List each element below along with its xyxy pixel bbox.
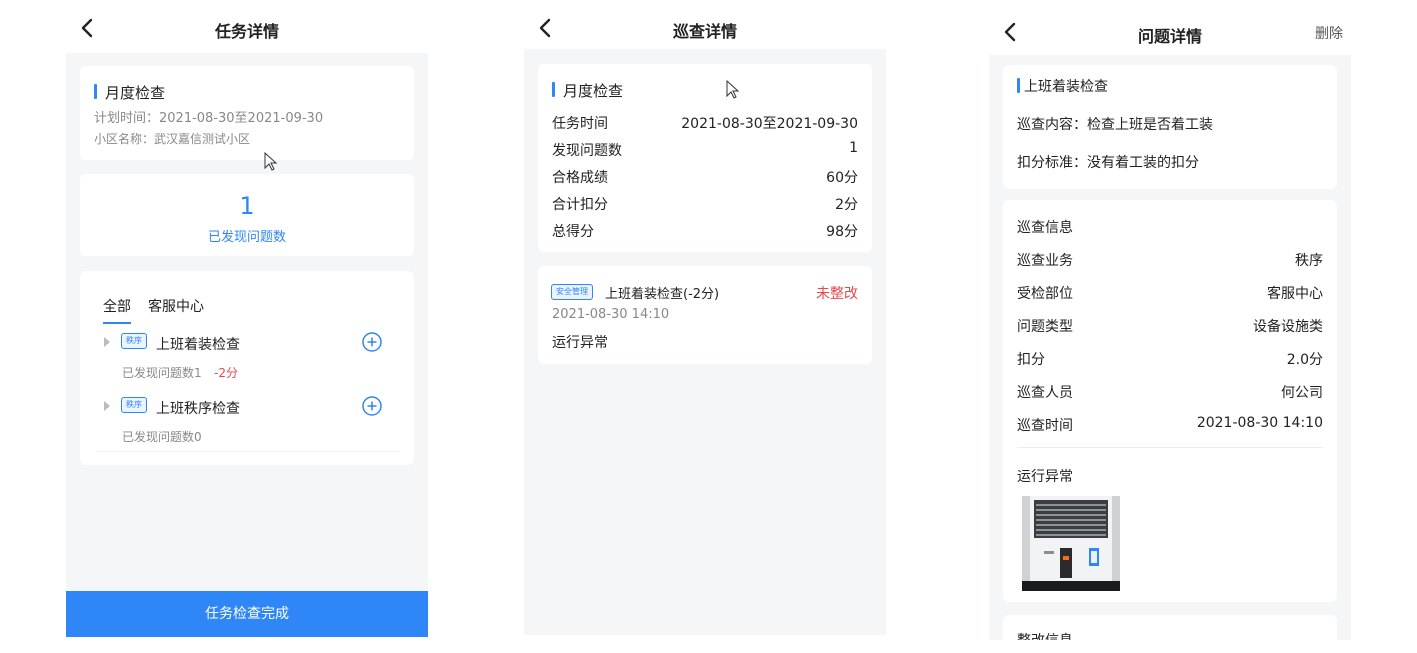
row-label: 任务时间 [552,116,608,132]
row-label: 受检部位 [1017,286,1073,302]
summary-card: 月度检查 任务时间 2021-08-30至2021-09-30 发现问题数 1 … [538,64,872,252]
community-name: 小区名称：武汉嘉信测试小区 [94,132,251,146]
status-badge: 未整改 [816,286,858,302]
plan-card: 月度检查 计划时间：2021-08-30至2021-09-30 小区名称：武汉嘉… [80,66,414,160]
issue-card[interactable]: 安全管理 上班着装检查(-2分) 未整改 2021-08-30 14:10 运行… [538,266,872,364]
info-row: 巡查人员 何公司 [1017,382,1323,402]
info-row: 合格成绩 60分 [552,167,858,187]
found-count-text: 已发现问题数1 [122,366,202,380]
row-label: 巡查时间 [1017,418,1073,434]
check-item-title: 上班着装检查 [156,337,240,353]
row-label: 合格成绩 [552,170,608,186]
row-value: 设备设施类 [1253,319,1323,335]
mouse-cursor-icon [726,80,740,99]
patrol-detail-screen: 巡查详情 月度检查 任务时间 2021-08-30至2021-09-30 发现问… [524,3,886,635]
divider [1017,447,1323,448]
check-item-title: 上班秩序检查 [156,401,240,417]
page-title: 巡查详情 [672,22,737,41]
rectify-card: 整改信息 [1003,615,1337,640]
row-label: 巡查人员 [1017,385,1073,401]
issue-title: 上班着装检查 [1017,76,1108,96]
row-value: 1 [849,140,858,156]
row-value: 何公司 [1281,385,1323,401]
row-value: 秩序 [1295,253,1323,269]
found-count: 1 [239,192,255,220]
row-value: 2021-08-30至2021-09-30 [681,116,858,132]
page-title: 问题详情 [1137,27,1202,46]
row-value: 60分 [826,170,858,186]
row-value: 98分 [826,224,858,240]
deduct-score: -2分 [214,366,238,380]
deduct-standard: 扣分标准：没有着工装的扣分 [1017,155,1199,171]
issue-photo[interactable] [1022,496,1120,591]
info-row: 扣分 2.0分 [1017,349,1323,369]
issue-title: 上班着装检查(-2分) [605,287,720,302]
issue-time: 2021-08-30 14:10 [552,307,670,322]
summary-card: 1 已发现问题数 [80,174,414,256]
task-complete-button[interactable]: 任务检查完成 [66,591,428,637]
delete-button[interactable]: 删除 [1315,23,1343,43]
tab-service-center[interactable]: 客服中心 [148,296,204,316]
tab-indicator [103,322,131,324]
info-row: 问题类型 设备设施类 [1017,316,1323,336]
category-tag: 秩序 [121,333,147,349]
found-count-text: 已发现问题数0 [122,430,202,444]
row-label: 发现问题数 [552,143,622,159]
category-tag: 秩序 [121,397,147,413]
expand-arrow-icon[interactable] [104,401,110,411]
row-label: 合计扣分 [552,197,608,213]
nav-bar: 任务详情 [66,3,428,53]
page-title: 任务详情 [214,22,279,41]
air-conditioner-photo-icon [1022,496,1120,591]
nav-bar: 问题详情 删除 [989,3,1351,55]
issue-description: 运行异常 [1017,469,1073,485]
info-row: 巡查业务 秩序 [1017,250,1323,270]
info-row: 巡查时间 2021-08-30 14:10 [1017,415,1323,435]
plan-title: 月度检查 [94,82,165,103]
divider [96,451,400,452]
row-value: 客服中心 [1267,286,1323,302]
info-row: 受检部位 客服中心 [1017,283,1323,303]
row-value: 2.0分 [1286,352,1323,368]
patrol-title: 月度检查 [552,80,623,101]
row-value: 2021-08-30 14:10 [1196,415,1323,431]
row-label: 问题类型 [1017,319,1073,335]
info-row: 总得分 98分 [552,221,858,241]
nav-bar: 巡查详情 [524,3,886,49]
issue-detail-screen: 问题详情 删除 上班着装检查 巡查内容：检查上班是否着工装 扣分标准：没有着工装… [989,3,1351,640]
patrol-content: 巡查内容：检查上班是否着工装 [1017,117,1213,133]
row-value: 2分 [835,197,858,213]
category-tag: 安全管理 [551,284,593,300]
add-circle-icon[interactable] [362,396,382,416]
section-title: 巡查信息 [1017,220,1073,236]
section-title: 整改信息 [1017,630,1073,640]
info-row: 合计扣分 2分 [552,194,858,214]
row-label: 总得分 [552,224,594,240]
patrol-info-card: 巡查信息 巡查业务 秩序 受检部位 客服中心 问题类型 设备设施类 扣分 2.0… [1003,200,1337,602]
info-row: 发现问题数 1 [552,140,858,160]
check-list-card: 全部 客服中心 秩序 上班着装检查 已发现问题数1 -2分 秩序 上班秩序检查 … [80,271,414,465]
row-label: 巡查业务 [1017,253,1073,269]
tab-all[interactable]: 全部 [103,296,131,316]
expand-arrow-icon[interactable] [104,337,110,347]
mouse-cursor-icon [264,152,278,171]
found-label: 已发现问题数 [207,230,286,245]
plan-time: 计划时间：2021-08-30至2021-09-30 [94,111,324,126]
add-circle-icon[interactable] [362,332,382,352]
issue-header-card: 上班着装检查 巡查内容：检查上班是否着工装 扣分标准：没有着工装的扣分 [1003,65,1337,189]
row-label: 扣分 [1017,352,1045,368]
info-row: 任务时间 2021-08-30至2021-09-30 [552,113,858,133]
task-detail-screen: 任务详情 月度检查 计划时间：2021-08-30至2021-09-30 小区名… [66,3,428,637]
issue-description: 运行异常 [552,335,608,351]
